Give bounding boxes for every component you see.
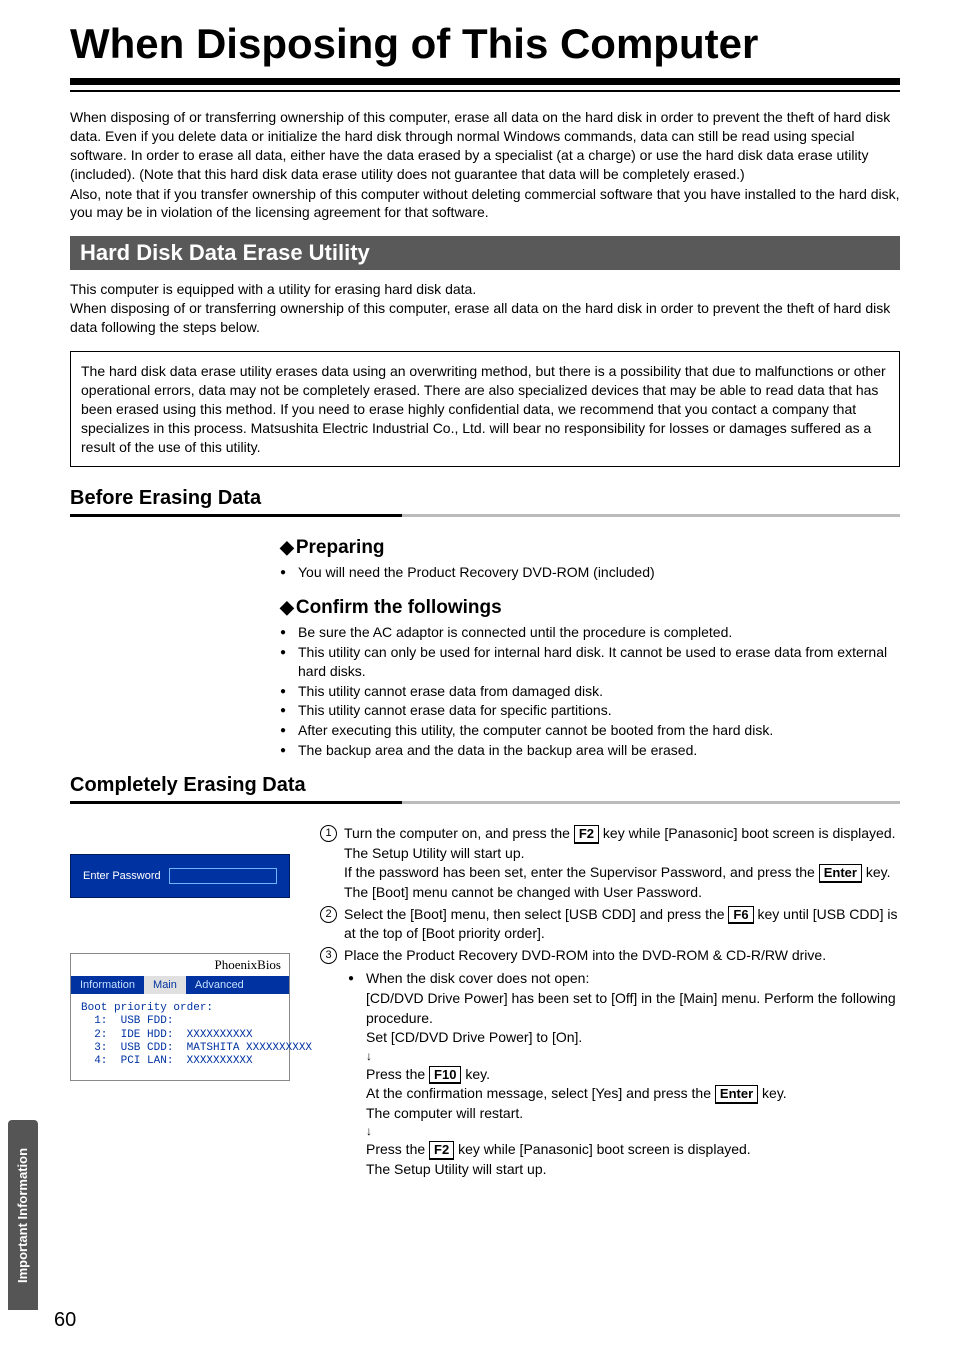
step-1: Turn the computer on, and press the F2 k…	[320, 824, 900, 902]
step-1-text-c: The Setup Utility will start up.	[344, 845, 525, 861]
step-3-text-d: Set [CD/DVD Drive Power] to [On].	[366, 1028, 900, 1048]
preparing-bullet-1: You will need the Product Recovery DVD-R…	[298, 563, 900, 583]
step-3: Place the Product Recovery DVD-ROM into …	[320, 946, 900, 1180]
f6-key: F6	[728, 906, 753, 925]
step-3-sub-heading: When the disk cover does not open:	[366, 969, 900, 989]
confirm-bullet-3: This utility cannot erase data from dama…	[298, 682, 900, 702]
step-1-text-d: If the password has been set, enter the …	[344, 864, 819, 880]
f2-key-2: F2	[429, 1141, 454, 1160]
enter-key: Enter	[819, 864, 862, 883]
utility-line-1: This computer is equipped with a utility…	[70, 280, 900, 299]
side-tab-label: Important Information	[16, 1147, 31, 1282]
down-arrow-icon-2: ↓	[366, 1123, 900, 1140]
intro-paragraph-1: When disposing of or transferring owners…	[70, 108, 900, 184]
step-1-text-b: key while [Panasonic] boot screen is dis…	[599, 825, 896, 841]
bios-body: Boot priority order: 1: USB FDD: 2: IDE …	[71, 994, 289, 1080]
bios-tab-information: Information	[71, 976, 144, 994]
enter-key-2: Enter	[715, 1085, 758, 1104]
step-3-text-c: [CD/DVD Drive Power] has been set to [Of…	[366, 989, 900, 1028]
steps-column: Turn the computer on, and press the F2 k…	[320, 824, 900, 1181]
preparing-section: Preparing You will need the Product Reco…	[280, 537, 900, 760]
down-arrow-icon: ↓	[366, 1048, 900, 1065]
before-erasing-heading: Before Erasing Data	[70, 487, 900, 510]
f10-key: F10	[429, 1066, 461, 1085]
before-rule	[70, 514, 900, 517]
intro-paragraph-2: Also, note that if you transfer ownershi…	[70, 185, 900, 223]
section-bar-erase-utility: Hard Disk Data Erase Utility	[70, 236, 900, 270]
step-2-text-a: Select the [Boot] menu, then select [USB…	[344, 906, 728, 922]
step-3-text-a: Place the Product Recovery DVD-ROM into …	[344, 947, 826, 963]
bios-tab-advanced: Advanced	[186, 976, 253, 994]
utility-description: This computer is equipped with a utility…	[70, 280, 900, 337]
confirm-bullet-4: This utility cannot erase data for speci…	[298, 701, 900, 721]
completely-rule	[70, 801, 900, 804]
bios-line-0: Boot priority order:	[81, 1002, 279, 1015]
side-tab-important-info: Important Information	[8, 1120, 38, 1310]
step-3-text-l: The Setup Utility will start up.	[366, 1160, 900, 1180]
intro-block: When disposing of or transferring owners…	[70, 108, 900, 222]
password-input-illustration	[169, 868, 277, 884]
preparing-heading: Preparing	[280, 537, 900, 559]
bios-brand: PhoenixBios	[71, 954, 289, 976]
f2-key: F2	[574, 825, 599, 844]
step-3-text-h: key.	[758, 1085, 787, 1101]
confirm-bullet-6: The backup area and the data in the back…	[298, 741, 900, 761]
bios-line-3: 3: USB CDD: MATSHITA XXXXXXXXXX	[81, 1042, 279, 1055]
bios-screenshot: PhoenixBios Information Main Advanced Bo…	[70, 953, 290, 1081]
step-3-text-i: The computer will restart.	[366, 1104, 900, 1124]
step-3-text-e: Press the	[366, 1066, 429, 1082]
page-title: When Disposing of This Computer	[70, 20, 900, 68]
bios-line-4: 4: PCI LAN: XXXXXXXXXX	[81, 1055, 279, 1068]
step-2: Select the [Boot] menu, then select [USB…	[320, 905, 900, 944]
utility-line-2: When disposing of or transferring owners…	[70, 299, 900, 337]
bios-tabs: Information Main Advanced	[71, 976, 289, 994]
step-3-text-j: Press the	[366, 1141, 429, 1157]
step-3-text-f: key.	[461, 1066, 490, 1082]
page-number: 60	[54, 1309, 76, 1332]
enter-password-screenshot: Enter Password	[70, 854, 290, 898]
step-3-text-g: At the confirmation message, select [Yes…	[366, 1085, 715, 1101]
step-1-text-a: Turn the computer on, and press the	[344, 825, 574, 841]
confirm-heading: Confirm the followings	[280, 597, 900, 619]
confirm-bullet-5: After executing this utility, the comput…	[298, 721, 900, 741]
completely-erasing-heading: Completely Erasing Data	[70, 774, 900, 797]
disclaimer-box: The hard disk data erase utility erases …	[70, 351, 900, 467]
title-rule	[70, 78, 900, 92]
confirm-bullet-1: Be sure the AC adaptor is connected unti…	[298, 623, 900, 643]
confirm-bullet-2: This utility can only be used for intern…	[298, 643, 900, 682]
bios-line-2: 2: IDE HDD: XXXXXXXXXX	[81, 1029, 279, 1042]
left-illustrations: Enter Password PhoenixBios Information M…	[70, 824, 290, 1081]
bios-tab-main: Main	[144, 976, 186, 994]
step-3-text-k: key while [Panasonic] boot screen is dis…	[454, 1141, 751, 1157]
enter-password-label: Enter Password	[83, 870, 161, 882]
bios-line-1: 1: USB FDD:	[81, 1015, 279, 1028]
